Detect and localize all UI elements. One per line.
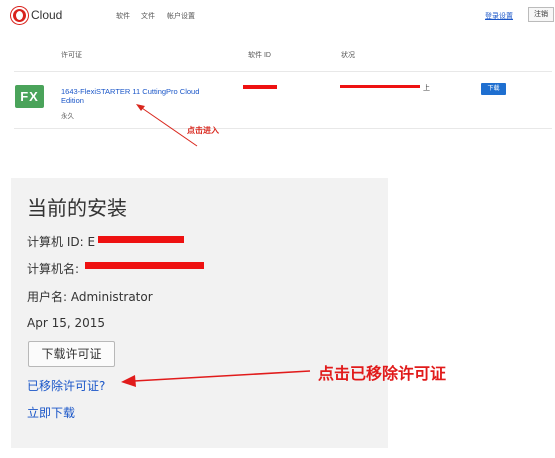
- software-id-redaction: [243, 85, 277, 89]
- nav-software[interactable]: 软件: [116, 11, 130, 21]
- brand-logo-icon: [11, 7, 28, 24]
- download-button[interactable]: 下载: [481, 83, 506, 95]
- download-license-button[interactable]: 下载许可证: [28, 341, 115, 367]
- nav-account-settings[interactable]: 帐户设置: [167, 11, 195, 21]
- computer-name-label: 计算机名:: [27, 262, 80, 276]
- top-header: Cloud 软件 文件 帐户设置 登录设置 注销: [0, 0, 555, 26]
- table-divider: [14, 71, 552, 72]
- panel-title: 当前的安装: [27, 196, 127, 220]
- column-header-status: 状况: [341, 52, 355, 59]
- license-name-link[interactable]: 1643-FlexiSTARTER 11 CuttingPro Cloud Ed…: [61, 87, 221, 105]
- logout-button[interactable]: 注销: [528, 7, 554, 22]
- column-header-software-id: 软件 ID: [248, 52, 271, 59]
- nav-files[interactable]: 文件: [141, 11, 155, 21]
- annotation-click-removed-license: 点击已移除许可证: [318, 364, 447, 383]
- computer-id-redaction: [98, 236, 184, 243]
- license-term: 永久: [61, 113, 74, 120]
- annotation-click-to-enter: 点击进入: [187, 126, 219, 135]
- download-now-link[interactable]: 立即下载: [27, 404, 75, 421]
- status-redaction: [340, 85, 420, 88]
- install-date: Apr 15, 2015: [27, 316, 106, 330]
- login-settings-link[interactable]: 登录设置: [485, 11, 513, 21]
- computer-id-label: 计算机 ID: E: [27, 235, 96, 249]
- status-text: 上: [423, 85, 430, 92]
- username-text: 用户名: Administrator: [27, 290, 153, 304]
- computer-name-redaction: [85, 262, 204, 269]
- fx-product-icon: FX: [15, 85, 44, 108]
- table-divider: [14, 128, 552, 129]
- brand-name: Cloud: [31, 8, 63, 22]
- column-header-license: 许可证: [61, 52, 82, 59]
- removed-license-link[interactable]: 已移除许可证?: [27, 377, 105, 394]
